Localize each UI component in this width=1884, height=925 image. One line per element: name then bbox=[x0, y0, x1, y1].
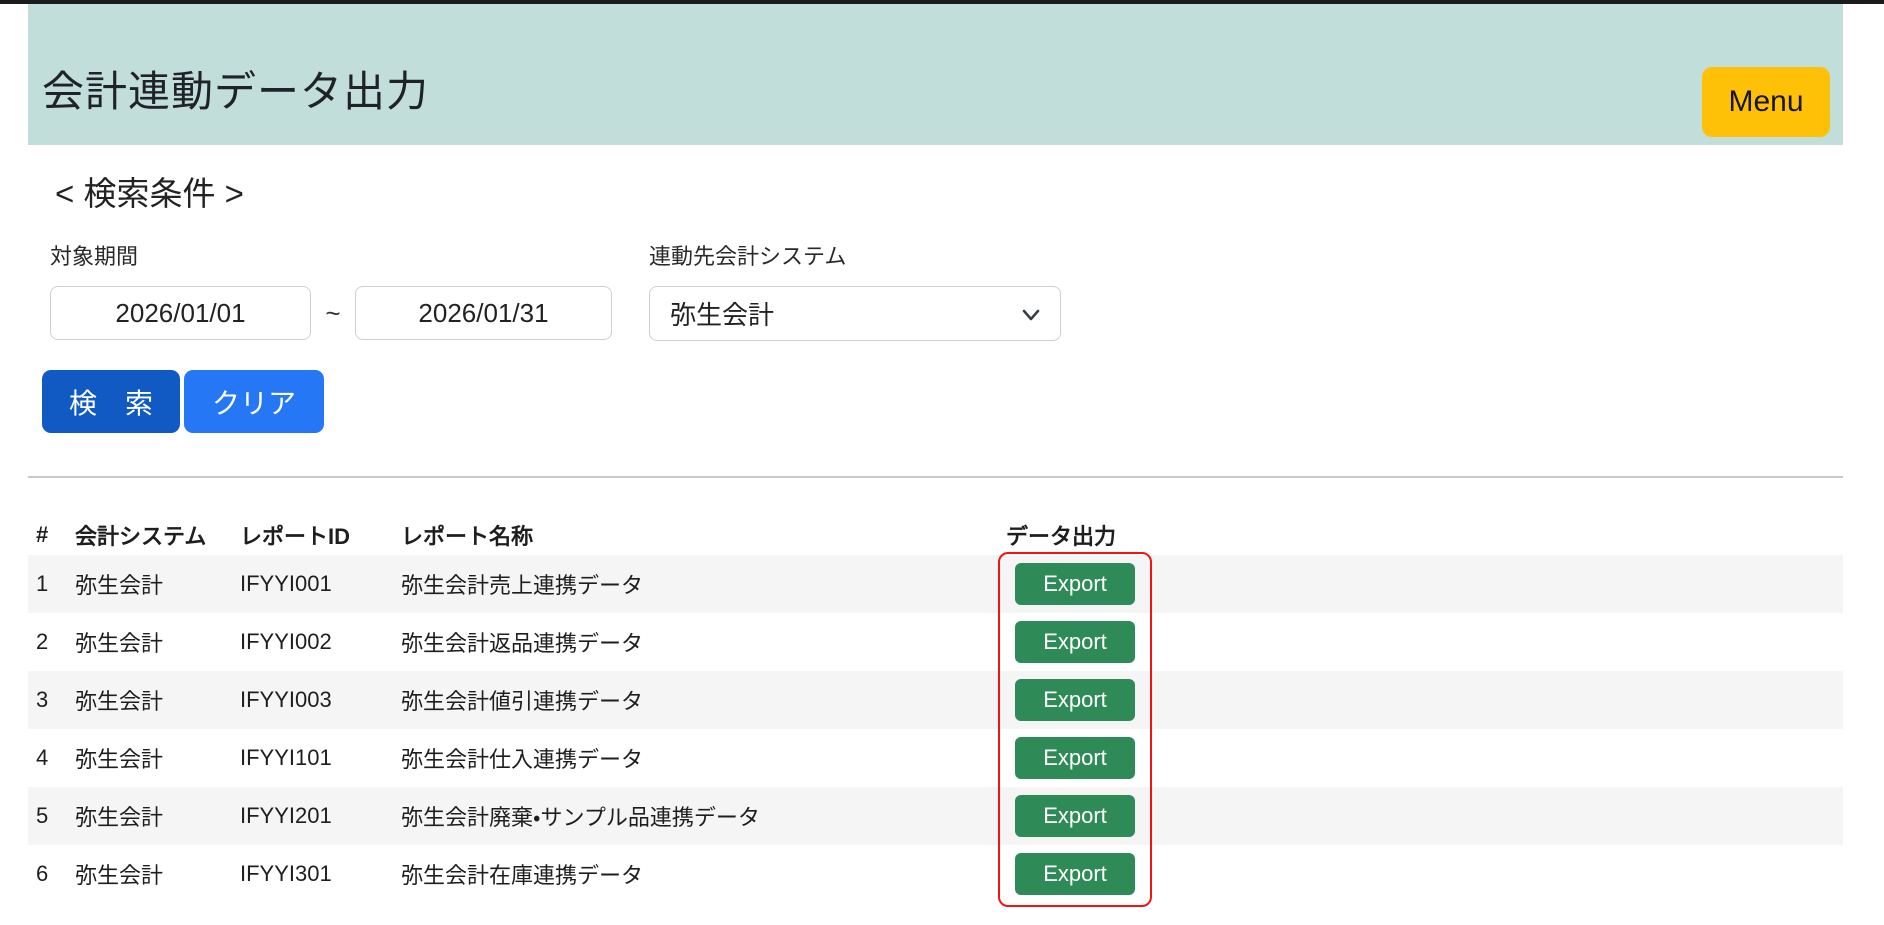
column-header-report-id: レポートID bbox=[240, 519, 401, 551]
row-number: 5 bbox=[36, 803, 75, 829]
main-content: < 検索条件 > 対象期間 ~ 連動先会計システム 弥生会計 bbox=[28, 167, 1843, 903]
row-report-id: IFYYI101 bbox=[240, 745, 401, 771]
table-row: 2 弥生会計 IFYYI002 弥生会計返品連携データ Export bbox=[28, 613, 1843, 671]
table-body: 1 弥生会計 IFYYI001 弥生会計売上連携データ Export 2 弥生会… bbox=[28, 555, 1843, 903]
export-button[interactable]: Export bbox=[1015, 795, 1135, 837]
accounting-system-select[interactable]: 弥生会計 bbox=[649, 286, 1061, 341]
search-conditions-heading: < 検索条件 > bbox=[55, 167, 1843, 215]
system-field-group: 連動先会計システム 弥生会計 bbox=[649, 239, 1061, 341]
row-report-name: 弥生会計仕入連携データ bbox=[401, 742, 1006, 774]
row-accounting-system: 弥生会計 bbox=[75, 626, 240, 658]
column-header-system: 会計システム bbox=[75, 519, 240, 551]
export-button[interactable]: Export bbox=[1015, 621, 1135, 663]
row-report-id: IFYYI001 bbox=[240, 571, 401, 597]
date-from-input[interactable] bbox=[50, 286, 311, 340]
table-row: 5 弥生会計 IFYYI201 弥生会計廃棄・サンプル品連携データ Export bbox=[28, 787, 1843, 845]
section-divider bbox=[28, 476, 1843, 478]
row-report-id: IFYYI301 bbox=[240, 861, 401, 887]
row-accounting-system: 弥生会計 bbox=[75, 568, 240, 600]
row-number: 2 bbox=[36, 629, 75, 655]
row-number: 3 bbox=[36, 687, 75, 713]
period-label: 対象期間 bbox=[50, 239, 612, 271]
page-title: 会計連動データ出力 bbox=[42, 58, 429, 119]
results-table: # 会計システム レポートID レポート名称 データ出力 1 弥生会計 IFYY… bbox=[28, 515, 1843, 903]
row-report-name: 弥生会計廃棄・サンプル品連携データ bbox=[401, 800, 1006, 832]
column-header-no: # bbox=[36, 522, 75, 548]
period-field-group: 対象期間 ~ bbox=[50, 239, 612, 341]
row-report-id: IFYYI003 bbox=[240, 687, 401, 713]
search-actions: 検 索 クリア bbox=[28, 370, 1843, 433]
export-button[interactable]: Export bbox=[1015, 853, 1135, 895]
table-row: 1 弥生会計 IFYYI001 弥生会計売上連携データ Export bbox=[28, 555, 1843, 613]
export-button[interactable]: Export bbox=[1015, 679, 1135, 721]
table-row: 3 弥生会計 IFYYI003 弥生会計値引連携データ Export bbox=[28, 671, 1843, 729]
row-accounting-system: 弥生会計 bbox=[75, 858, 240, 890]
row-accounting-system: 弥生会計 bbox=[75, 684, 240, 716]
export-button[interactable]: Export bbox=[1015, 737, 1135, 779]
table-row: 4 弥生会計 IFYYI101 弥生会計仕入連携データ Export bbox=[28, 729, 1843, 787]
search-button[interactable]: 検 索 bbox=[42, 370, 180, 433]
row-report-name: 弥生会計売上連携データ bbox=[401, 568, 1006, 600]
row-number: 6 bbox=[36, 861, 75, 887]
menu-button[interactable]: Menu bbox=[1702, 67, 1830, 137]
row-report-id: IFYYI201 bbox=[240, 803, 401, 829]
date-to-input[interactable] bbox=[355, 286, 612, 340]
search-fields: 対象期間 ~ 連動先会計システム 弥生会計 bbox=[28, 239, 1843, 341]
row-accounting-system: 弥生会計 bbox=[75, 742, 240, 774]
chevron-down-icon bbox=[1020, 304, 1042, 331]
column-header-report-name: レポート名称 bbox=[401, 519, 1006, 551]
row-report-name: 弥生会計返品連携データ bbox=[401, 626, 1006, 658]
row-number: 4 bbox=[36, 745, 75, 771]
date-range-separator: ~ bbox=[311, 298, 355, 329]
table-row: 6 弥生会計 IFYYI301 弥生会計在庫連携データ Export bbox=[28, 845, 1843, 903]
column-header-export: データ出力 bbox=[1006, 519, 1843, 551]
row-report-name: 弥生会計値引連携データ bbox=[401, 684, 1006, 716]
row-report-id: IFYYI002 bbox=[240, 629, 401, 655]
clear-button[interactable]: クリア bbox=[184, 370, 324, 433]
period-controls: ~ bbox=[50, 286, 612, 340]
row-accounting-system: 弥生会計 bbox=[75, 800, 240, 832]
system-label: 連動先会計システム bbox=[649, 239, 1061, 271]
table-header-row: # 会計システム レポートID レポート名称 データ出力 bbox=[28, 515, 1843, 555]
accounting-system-selected-value: 弥生会計 bbox=[670, 295, 774, 332]
row-report-name: 弥生会計在庫連携データ bbox=[401, 858, 1006, 890]
page-header: 会計連動データ出力 Menu bbox=[28, 4, 1843, 145]
row-number: 1 bbox=[36, 571, 75, 597]
export-button[interactable]: Export bbox=[1015, 563, 1135, 605]
